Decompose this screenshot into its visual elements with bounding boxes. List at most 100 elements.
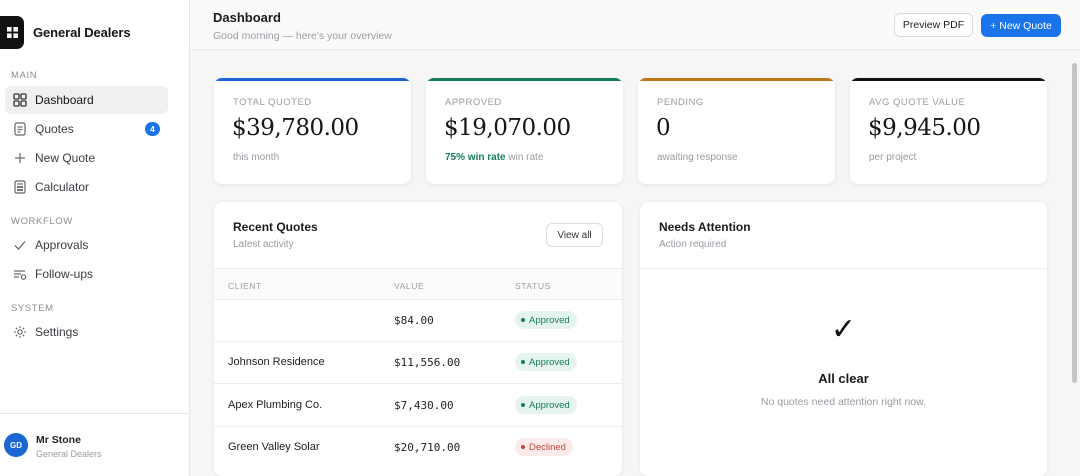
sidebar-item-calculator[interactable]: Calculator xyxy=(5,173,168,201)
sidebar-item-quotes[interactable]: Quotes 4 xyxy=(5,115,168,143)
table-row[interactable]: $84.00 Approved xyxy=(214,300,622,342)
user-profile[interactable]: GD Mr Stone General Dealers xyxy=(0,413,189,476)
stat-value: $9,945.00 xyxy=(868,115,981,141)
quotes-count-badge: 4 xyxy=(145,122,160,136)
sidebar: General Dealers MAIN Dashboard Quotes 4 … xyxy=(0,0,190,476)
client-cell: Johnson Residence xyxy=(228,356,325,368)
win-rate-label: win rate xyxy=(508,152,544,163)
page-title: Dashboard xyxy=(213,10,281,25)
checkmark-icon: ✓ xyxy=(830,313,857,346)
sidebar-item-settings[interactable]: Settings xyxy=(5,318,168,346)
value-cell: $20,710.00 xyxy=(394,441,461,454)
stat-card-total-quoted: TOTAL QUOTED $39,780.00 this month xyxy=(214,78,411,184)
stat-value: $39,780.00 xyxy=(232,115,359,141)
check-icon xyxy=(12,237,28,253)
document-icon xyxy=(12,121,28,137)
scrollbar[interactable] xyxy=(1071,55,1078,476)
panel-title: Needs Attention xyxy=(659,220,751,234)
value-cell: $7,430.00 xyxy=(394,399,454,412)
sidebar-item-label: Quotes xyxy=(35,122,74,136)
stat-note: per project xyxy=(869,152,917,163)
stat-card-approved: APPROVED $19,070.00 75% win rate win rat… xyxy=(426,78,623,184)
empty-state-message: No quotes need attention right now. xyxy=(760,396,927,408)
sidebar-item-follow-ups[interactable]: Follow-ups xyxy=(5,260,168,288)
divider xyxy=(640,268,1047,269)
status-dot xyxy=(521,403,525,407)
status-dot xyxy=(521,318,525,322)
status-badge: Declined xyxy=(515,438,573,456)
page-header: Dashboard Good morning — here's your ove… xyxy=(190,0,1080,50)
status-text: Declined xyxy=(529,441,566,453)
status-badge: Approved xyxy=(515,353,577,371)
status-badge: Approved xyxy=(515,311,577,329)
new-quote-button[interactable]: + New Quote xyxy=(981,14,1061,37)
brand-name: General Dealers xyxy=(33,24,131,40)
stat-note: awaiting response xyxy=(657,152,738,163)
stat-accent-bar xyxy=(426,78,623,81)
value-cell: $11,556.00 xyxy=(394,356,461,369)
stat-card-avg-quote: AVG QUOTE VALUE $9,945.00 per project xyxy=(850,78,1047,184)
sidebar-item-label: New Quote xyxy=(35,151,96,165)
sidebar-item-label: Calculator xyxy=(35,180,90,194)
scrollbar-thumb[interactable] xyxy=(1072,63,1077,383)
stat-accent-bar xyxy=(638,78,835,81)
status-text: Approved xyxy=(529,399,570,411)
stat-label: APPROVED xyxy=(445,97,502,108)
column-header-client: CLIENT xyxy=(228,281,262,291)
stat-label: AVG QUOTE VALUE xyxy=(869,97,966,108)
view-all-button[interactable]: View all xyxy=(546,223,603,247)
stat-accent-bar xyxy=(850,78,1047,81)
stat-note: 75% win rate win rate xyxy=(445,152,543,163)
status-badge: Approved xyxy=(515,396,577,414)
calculator-icon xyxy=(12,179,28,195)
status-dot xyxy=(521,360,525,364)
avatar: GD xyxy=(4,433,28,457)
panel-subtitle: Latest activity xyxy=(233,239,294,250)
sidebar-item-dashboard[interactable]: Dashboard xyxy=(5,86,168,114)
stat-value: 0 xyxy=(656,115,671,141)
client-cell: Apex Plumbing Co. xyxy=(228,399,323,411)
table-header: CLIENT VALUE STATUS xyxy=(214,268,622,300)
needs-attention-panel: Needs Attention Action required ✓ All cl… xyxy=(640,202,1047,476)
table-row[interactable]: Johnson Residence $11,556.00 Approved xyxy=(214,342,622,384)
grid-icon xyxy=(12,92,28,108)
client-cell: Green Valley Solar xyxy=(228,441,320,453)
table-row[interactable]: Green Valley Solar $20,710.00 Declined xyxy=(214,427,622,469)
sidebar-item-label: Approvals xyxy=(35,238,89,252)
user-org: General Dealers xyxy=(36,449,102,459)
preview-pdf-button[interactable]: Preview PDF xyxy=(894,13,973,37)
table-row[interactable]: Apex Plumbing Co. $7,430.00 Approved xyxy=(214,385,622,427)
win-rate-value: 75% win rate xyxy=(445,152,506,163)
panel-title: Recent Quotes xyxy=(233,220,318,234)
column-header-value: VALUE xyxy=(394,281,425,291)
sidebar-item-new-quote[interactable]: New Quote xyxy=(5,144,168,172)
status-text: Approved xyxy=(529,356,570,368)
stat-label: PENDING xyxy=(657,97,704,108)
plus-icon xyxy=(12,150,28,166)
section-label-main: MAIN xyxy=(11,70,38,81)
stat-value: $19,070.00 xyxy=(444,115,571,141)
page-subtitle: Good morning — here's your overview xyxy=(213,30,392,42)
status-dot xyxy=(521,445,525,449)
sidebar-item-approvals[interactable]: Approvals xyxy=(5,231,168,259)
stat-label: TOTAL QUOTED xyxy=(233,97,312,108)
status-text: Approved xyxy=(529,314,570,326)
user-name: Mr Stone xyxy=(36,434,81,446)
brand-logo-icon xyxy=(0,15,24,49)
sidebar-item-label: Settings xyxy=(35,325,79,339)
sidebar-item-label: Follow-ups xyxy=(35,267,94,281)
recent-quotes-panel: Recent Quotes Latest activity View all C… xyxy=(214,202,622,476)
brand[interactable]: General Dealers xyxy=(0,14,131,50)
empty-state-title: All clear xyxy=(818,371,869,386)
stat-note: this month xyxy=(233,152,280,163)
gear-icon xyxy=(12,324,28,340)
stat-card-pending: PENDING 0 awaiting response xyxy=(638,78,835,184)
stat-accent-bar xyxy=(214,78,411,81)
column-header-status: STATUS xyxy=(515,281,551,291)
follow-up-icon xyxy=(12,266,28,282)
value-cell: $84.00 xyxy=(394,314,434,327)
sidebar-item-label: Dashboard xyxy=(35,93,94,107)
section-label-workflow: WORKFLOW xyxy=(11,216,73,227)
section-label-system: SYSTEM xyxy=(11,303,54,314)
panel-subtitle: Action required xyxy=(659,239,727,250)
